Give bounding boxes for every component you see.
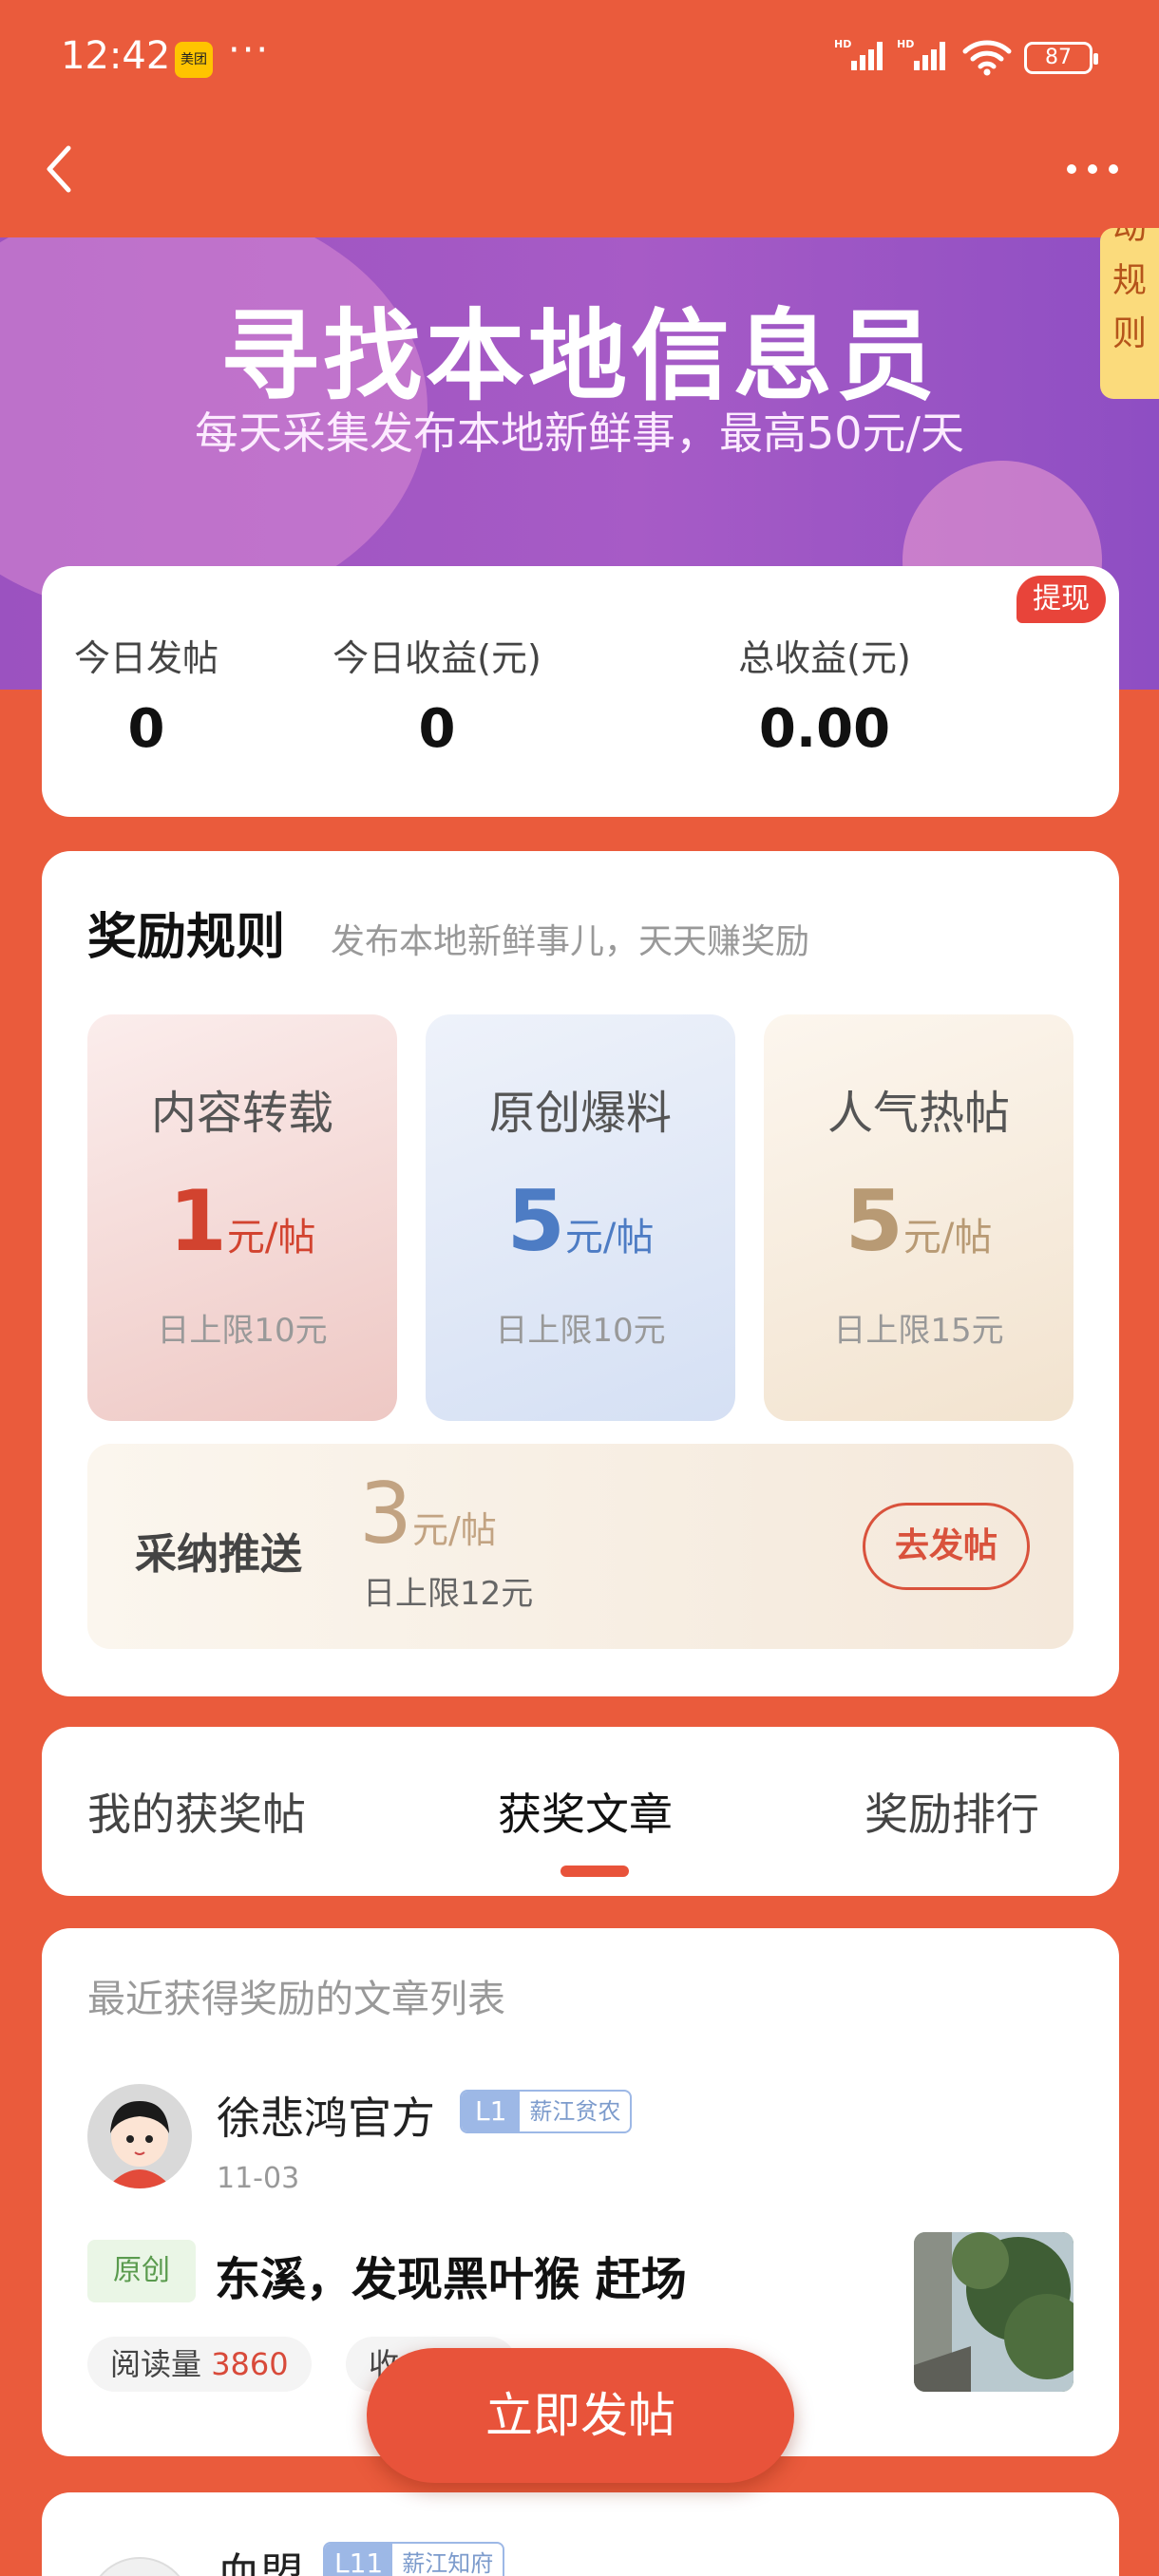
- tile-unit: 元/帖: [226, 1216, 316, 1260]
- tile-price: 1元/帖: [87, 1172, 397, 1270]
- level-number: L1: [462, 2092, 521, 2131]
- level-badge: L11 薪江知府: [323, 2542, 505, 2576]
- earnings-summary-card: 今日发帖 0 今日收益(元) 0 总收益(元) 0.00: [42, 566, 1119, 817]
- level-badge: L1 薪江贫农: [460, 2090, 633, 2133]
- read-count: 阅读量 3860: [87, 2337, 312, 2392]
- level-title: 薪江贫农: [529, 2098, 621, 2125]
- author-name[interactable]: 血盟: [217, 2540, 304, 2576]
- tab-awarded-articles[interactable]: 获奖文章: [498, 1780, 673, 1843]
- tab-ranking[interactable]: 奖励排行: [864, 1780, 1039, 1843]
- back-icon[interactable]: [38, 141, 86, 198]
- wifi-icon: [962, 40, 1012, 76]
- stat-label: 总收益(元): [738, 637, 911, 679]
- more-options-icon[interactable]: [1064, 160, 1121, 179]
- tile-limit: 日上限15元: [833, 1312, 1004, 1350]
- tile-name: 原创爆料: [488, 1087, 672, 1140]
- status-bar: 12:42 美团 ··· HD HD 87: [0, 0, 1159, 114]
- push-label: 采纳推送: [135, 1530, 302, 1579]
- push-amount: 3: [359, 1465, 412, 1563]
- list-header: 最近获得奖励的文章列表: [87, 1978, 505, 2021]
- battery-icon: 87: [1024, 42, 1098, 74]
- banner-subtitle: 每天采集发布本地新鲜事，最高50元/天: [194, 407, 965, 459]
- push-price: 3元/帖: [359, 1465, 497, 1563]
- read-count-label: 阅读量: [110, 2346, 202, 2382]
- tile-amount: 1: [168, 1172, 227, 1270]
- post-date: 11-03: [217, 2162, 300, 2195]
- tile-price: 5元/帖: [426, 1172, 735, 1270]
- avatar-cartoon-icon: [87, 2084, 192, 2188]
- status-more-icon: ···: [228, 28, 271, 72]
- stat-today-income: 今日收益(元) 0: [266, 629, 608, 760]
- article-title[interactable]: 东溪，发现黑叶猴 赶场: [215, 2242, 687, 2308]
- go-post-button[interactable]: 去发帖: [863, 1503, 1030, 1590]
- stat-total-income: 总收益(元) 0.00: [654, 629, 996, 760]
- tile-unit: 元/帖: [564, 1216, 655, 1260]
- meituan-app-icon: 美团: [175, 42, 213, 78]
- tile-limit: 日上限10元: [157, 1312, 328, 1350]
- withdraw-button[interactable]: 提现: [1016, 576, 1106, 623]
- reward-tile-original: 原创爆料 5元/帖 日上限10元: [426, 1014, 735, 1421]
- signal-icon-2: HD: [897, 38, 945, 70]
- list-item[interactable]: 血盟 L11 薪江知府: [42, 2492, 1119, 2576]
- svg-text:HD: HD: [897, 38, 914, 50]
- tile-amount: 5: [506, 1172, 565, 1270]
- reward-rules-card: 奖励规则 发布本地新鲜事儿，天天赚奖励 内容转载 1元/帖 日上限10元 原创爆…: [42, 851, 1119, 1696]
- tile-name: 内容转载: [150, 1087, 333, 1140]
- banner-title: 寻找本地信息员: [219, 298, 939, 414]
- push-unit: 元/帖: [412, 1509, 497, 1551]
- tab-bar: 我的获奖帖 获奖文章 奖励排行: [42, 1727, 1119, 1896]
- svg-text:HD: HD: [834, 38, 851, 50]
- article-thumbnail[interactable]: [914, 2232, 1074, 2392]
- stat-value: 0.00: [758, 698, 891, 760]
- reward-tile-repost: 内容转载 1元/帖 日上限10元: [87, 1014, 397, 1421]
- reward-push-row: 采纳推送 3元/帖 日上限12元 去发帖: [87, 1444, 1074, 1649]
- avatar[interactable]: [87, 2084, 192, 2188]
- signal-icon: HD: [834, 38, 883, 70]
- tile-name: 人气热帖: [826, 1087, 1010, 1140]
- tile-limit: 日上限10元: [495, 1312, 666, 1350]
- activity-rules-tab[interactable]: 动规则: [1100, 228, 1159, 399]
- post-now-button[interactable]: 立即发帖: [367, 2348, 794, 2483]
- active-tab-indicator: [560, 1866, 629, 1877]
- tree-photo-icon: [914, 2232, 1074, 2392]
- tile-unit: 元/帖: [902, 1216, 993, 1260]
- stat-label: 今日收益(元): [332, 637, 542, 679]
- read-count-value: 3860: [211, 2346, 289, 2382]
- tile-price: 5元/帖: [764, 1172, 1074, 1270]
- tab-my-awarded[interactable]: 我的获奖帖: [87, 1780, 306, 1843]
- reward-rules-desc: 发布本地新鲜事儿，天天赚奖励: [331, 922, 810, 961]
- tile-amount: 5: [845, 1172, 903, 1270]
- level-number: L11: [325, 2544, 393, 2576]
- author-name[interactable]: 徐悲鸿官方: [217, 2084, 435, 2147]
- stat-value: 0: [418, 698, 456, 760]
- status-time: 12:42: [61, 34, 171, 78]
- original-tag: 原创: [87, 2240, 196, 2302]
- reward-tile-hot: 人气热帖 5元/帖 日上限15元: [764, 1014, 1074, 1421]
- level-title: 薪江知府: [402, 2550, 494, 2576]
- avatar[interactable]: [87, 2557, 192, 2576]
- push-limit: 日上限12元: [363, 1575, 534, 1613]
- reward-rules-title: 奖励规则: [87, 909, 286, 966]
- activity-rules-label: 动规则: [1112, 228, 1148, 353]
